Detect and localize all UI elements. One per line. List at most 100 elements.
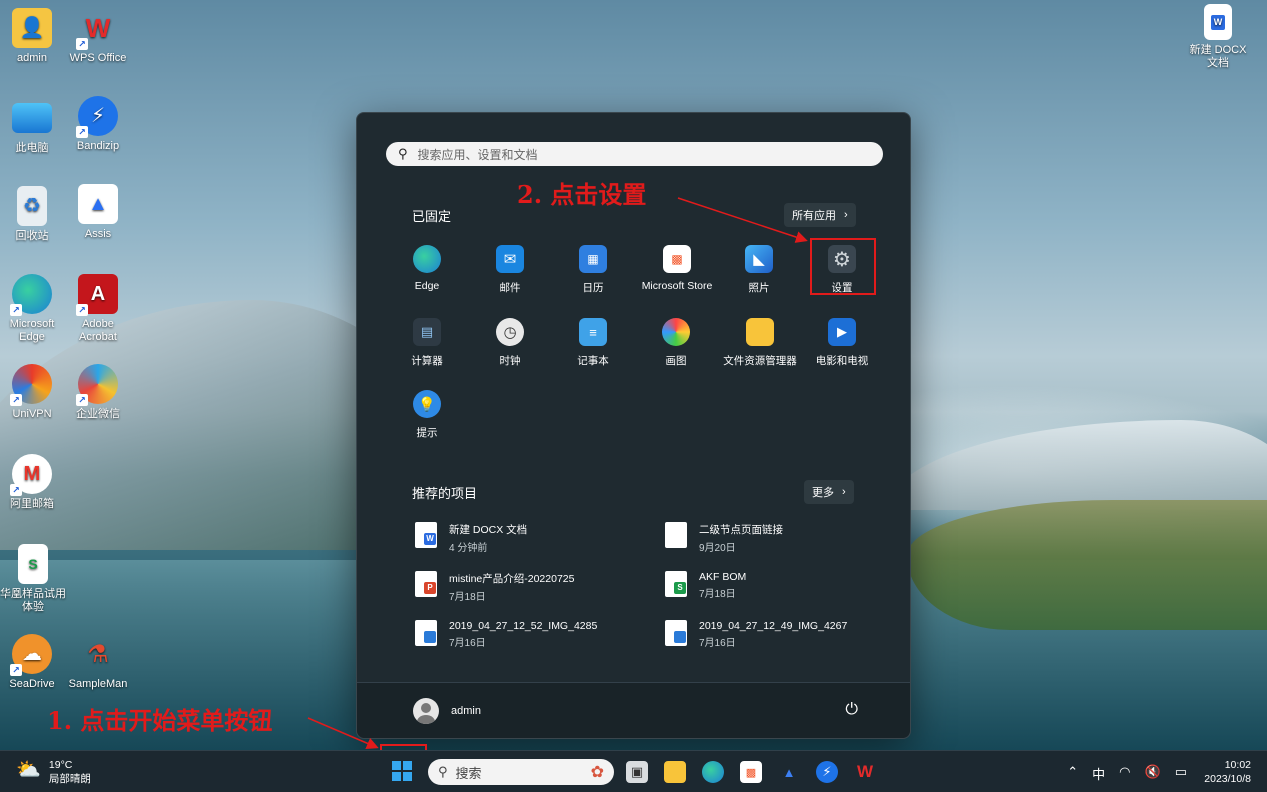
acrobat-icon: A ↗ [76, 274, 118, 316]
app-label: 记事本 [577, 355, 609, 367]
recommended-title: 推荐的项目 [412, 486, 478, 501]
pinned-app-photos[interactable]: ◣ 照片 [717, 245, 801, 295]
spreadsheet-file-icon: S [18, 544, 48, 584]
desktop-icon-bandizip[interactable]: ⚡ ↗ Bandizip [66, 96, 130, 153]
app-label: 提示 [416, 427, 438, 439]
volume-mute-icon[interactable]: 🔇 [1145, 764, 1161, 783]
assis-icon[interactable]: ▲ [778, 761, 800, 783]
desktop-icon-label: 企业微信 [76, 408, 120, 420]
shortcut-arrow-icon: ↗ [76, 304, 88, 316]
app-label: Microsoft Store [641, 280, 713, 292]
desktop-icon-label: Bandizip [76, 140, 120, 152]
recommended-time: 7月18日 [699, 589, 736, 600]
spreadsheet-file-icon: S [665, 571, 687, 597]
desktop-icon-recycle-bin[interactable]: ♻ 回收站 [0, 186, 64, 243]
desktop-icon-wps[interactable]: W ↗ WPS Office [66, 8, 130, 65]
annotation-step-1: 1. 点击开始菜单按钮 [47, 706, 273, 735]
battery-icon[interactable]: ▭ [1175, 764, 1187, 783]
more-label: 更多 [812, 487, 834, 499]
wps-icon[interactable]: W [854, 761, 876, 783]
pinned-app-file-explorer[interactable]: 文件资源管理器 [717, 318, 803, 368]
wallpaper-hills [887, 420, 1267, 510]
clock-time: 10:02 [1224, 759, 1251, 771]
recommended-name: mistine产品介绍-20220725 [449, 573, 575, 585]
desktop-icon-label: admin [17, 52, 47, 64]
pinned-app-store[interactable]: ▩ Microsoft Store [634, 245, 720, 292]
desktop-icon-spreadsheet[interactable]: S 华凰样品试用体验 [0, 544, 66, 614]
user-name[interactable]: admin [451, 705, 481, 717]
shortcut-arrow-icon: ↗ [10, 664, 22, 676]
all-apps-button[interactable]: 所有应用 › [784, 203, 856, 227]
desktop-icon-wecom[interactable]: ↗ 企业微信 [66, 364, 130, 421]
bandizip-icon[interactable]: ⚡ [816, 761, 838, 783]
pinned-app-calculator[interactable]: ▤ 计算器 [385, 318, 469, 368]
desktop-icon-sampleman[interactable]: ⚗ SampleMan [66, 634, 130, 691]
app-label: 邮件 [499, 282, 521, 294]
highlight-settings-box [810, 238, 876, 295]
desktop-icon-new-docx[interactable]: W 新建 DOCX 文档 [1186, 4, 1250, 70]
store-icon[interactable]: ▩ [740, 761, 762, 783]
wifi-icon[interactable]: ◠ [1119, 764, 1130, 783]
pinned-app-calendar[interactable]: ▦ 日历 [551, 245, 635, 295]
sampleman-icon: ⚗ [87, 640, 109, 668]
avatar[interactable] [413, 698, 439, 724]
powerpoint-file-icon: P [415, 571, 437, 597]
recommended-name: 2019_04_27_12_49_IMG_4267 [699, 620, 848, 632]
task-view-icon[interactable]: ▣ [626, 761, 648, 783]
recommended-item[interactable]: W 新建 DOCX 文档 4 分钟前 [415, 522, 655, 554]
chevron-right-icon: › [844, 209, 848, 221]
desktop-icon-label: WPS Office [69, 52, 127, 64]
recommended-item[interactable]: ◣ 2019_04_27_12_52_IMG_4285 7月16日 [415, 620, 655, 649]
more-button[interactable]: 更多 › [804, 480, 854, 504]
clock-date: 2023/10/8 [1204, 773, 1251, 785]
edge-icon[interactable] [702, 761, 724, 783]
taskbar-search[interactable]: ⚲ 搜索 ✿ [428, 759, 614, 785]
pinned-app-movies-tv[interactable]: ▶ 电影和电视 [800, 318, 884, 368]
pinned-app-tips[interactable]: 💡 提示 [385, 390, 469, 440]
recommended-item[interactable]: S AKF BOM 7月18日 [665, 571, 905, 600]
ime-indicator[interactable]: 中 [1092, 764, 1105, 783]
pinned-app-mail[interactable]: ✉ 邮件 [468, 245, 552, 295]
power-icon[interactable]: ⏻ [845, 701, 858, 719]
file-type-tag: P [424, 582, 436, 594]
recommended-item[interactable]: P mistine产品介绍-20220725 7月18日 [415, 571, 655, 603]
recommended-time: 7月18日 [449, 592, 486, 603]
desktop-icon-admin[interactable]: 👤 admin [0, 8, 64, 65]
app-label: Edge [414, 280, 440, 292]
app-label: 照片 [748, 282, 770, 294]
weather-widget[interactable]: ⛅ 19°C 局部晴朗 [16, 759, 91, 786]
start-button[interactable] [392, 761, 412, 781]
pinned-app-paint[interactable]: 画图 [634, 318, 718, 368]
desktop-icon-label: Assis [84, 228, 112, 240]
desktop-icon-acrobat[interactable]: A ↗ Adobe Acrobat [66, 274, 130, 344]
tips-icon: 💡 [413, 390, 441, 418]
chevron-up-icon[interactable]: ⌃ [1067, 764, 1078, 783]
pinned-app-edge[interactable]: Edge [385, 245, 469, 292]
desktop-icon-this-pc[interactable]: 此电脑 [0, 98, 64, 155]
desktop-icon-aliyun-mail[interactable]: M ↗ 阿里邮箱 [0, 454, 64, 511]
shortcut-arrow-icon: ↗ [10, 394, 22, 406]
movies-tv-icon: ▶ [828, 318, 856, 346]
clock[interactable]: 10:02 2023/10/8 [1204, 758, 1251, 786]
start-search-input[interactable]: ⚲ 搜索应用、设置和文档 [386, 142, 883, 166]
desktop-icon-label: 新建 DOCX 文档 [1189, 44, 1247, 69]
taskbar: ⛅ 19°C 局部晴朗 ⚲ 搜索 ✿ ▣ ▩ ▲ ⚡ W ⌃ 中 ◠ 🔇 ▭ 1… [0, 750, 1267, 792]
file-explorer-icon[interactable] [664, 761, 686, 783]
app-label: 文件资源管理器 [723, 355, 797, 367]
desktop-icon-assis[interactable]: ▲ Assis [66, 184, 130, 241]
shortcut-arrow-icon: ↗ [10, 484, 22, 496]
recommended-item[interactable]: 二级节点页面链接 9月20日 [665, 522, 905, 554]
pinned-title: 已固定 [412, 209, 452, 224]
file-type-tag: W [424, 533, 436, 545]
bandizip-icon: ⚡ ↗ [76, 96, 118, 138]
document-file-icon [665, 522, 687, 548]
wecom-icon: ↗ [76, 364, 118, 406]
pinned-app-clock[interactable]: ◷ 时钟 [468, 318, 552, 368]
recommended-item[interactable]: ◣ 2019_04_27_12_49_IMG_4267 7月16日 [665, 620, 905, 649]
desktop-icon-seadrive[interactable]: ☁ ↗ SeaDrive [0, 634, 64, 691]
pinned-app-notepad[interactable]: ≡ 记事本 [551, 318, 635, 368]
edge-icon [413, 245, 441, 273]
shortcut-arrow-icon: ↗ [10, 304, 22, 316]
desktop-icon-edge[interactable]: ↗ Microsoft Edge [0, 274, 64, 344]
desktop-icon-univpn[interactable]: ↗ UniVPN [0, 364, 64, 421]
